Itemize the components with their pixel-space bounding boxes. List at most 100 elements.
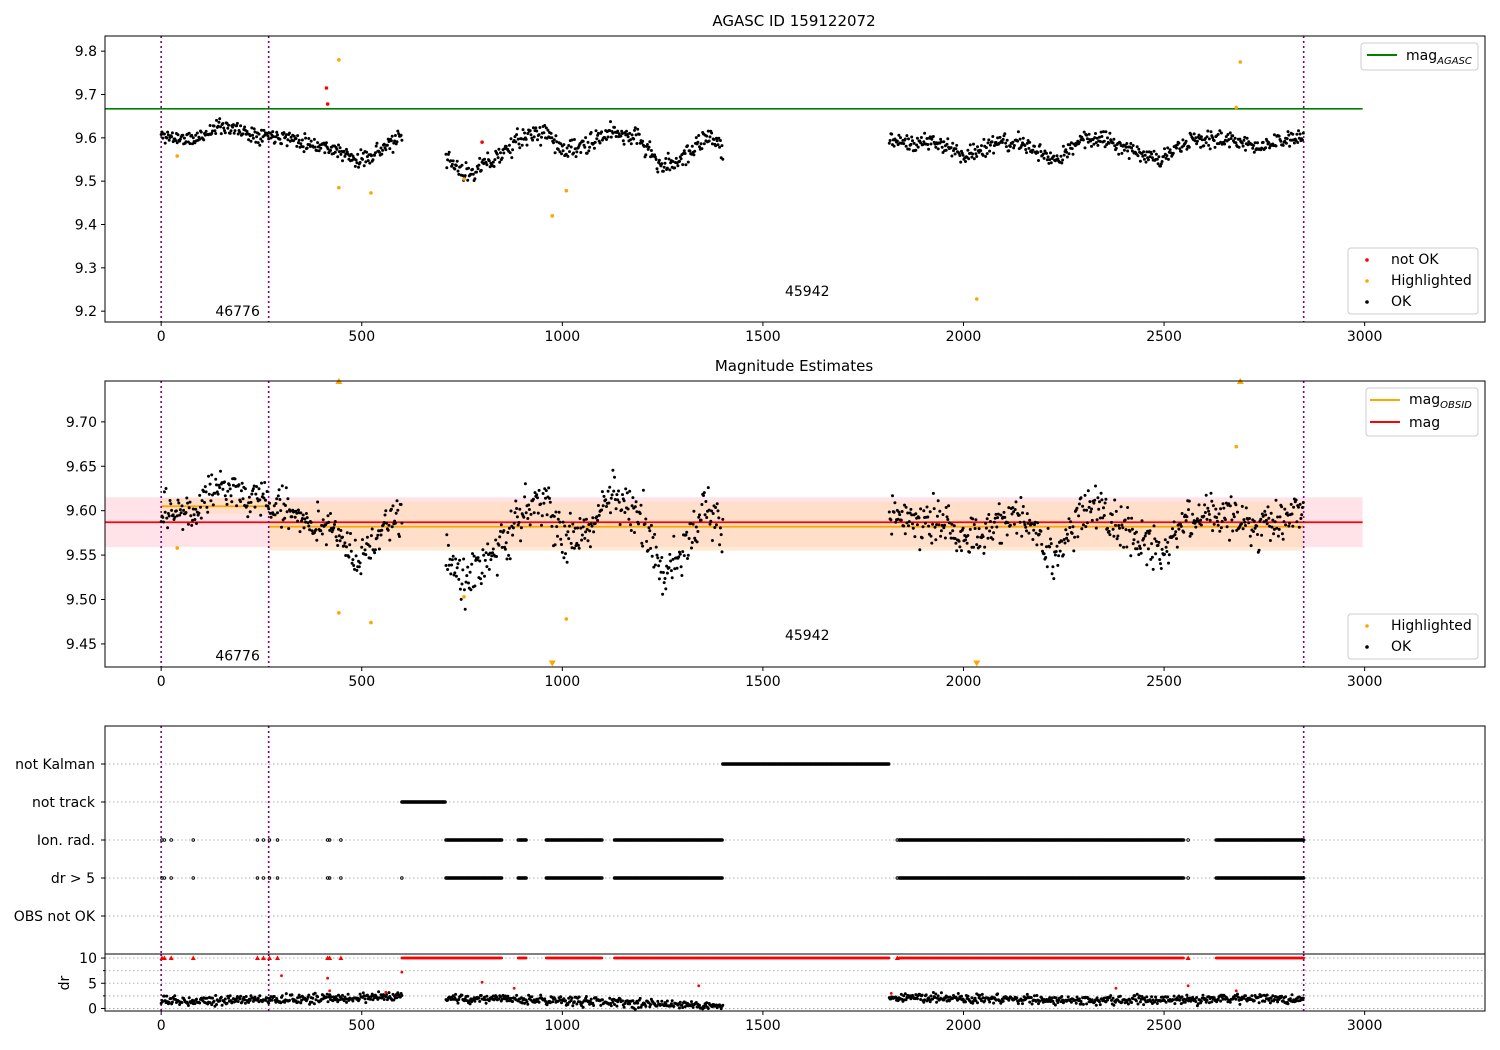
- ok-data-point: [1083, 493, 1087, 497]
- ok-data-point: [1028, 1000, 1032, 1004]
- ok-data-point: [182, 508, 186, 512]
- ok-data-point: [1223, 518, 1227, 522]
- ok-data-point: [454, 574, 458, 578]
- ok-data-point: [1004, 141, 1008, 145]
- ok-data-point: [656, 556, 660, 560]
- magnitude-estimates-title: Magnitude Estimates: [715, 357, 873, 375]
- ok-data-point: [936, 147, 940, 151]
- ok-data-point: [662, 165, 666, 169]
- ok-data-point: [385, 143, 389, 147]
- ok-data-point: [648, 140, 652, 144]
- ok-data-point: [1263, 509, 1267, 513]
- ok-data-point: [1131, 144, 1135, 147]
- ok-data-point: [1066, 539, 1070, 543]
- ok-data-point: [601, 504, 605, 508]
- ok-data-point: [240, 1000, 244, 1004]
- ok-data-point: [1164, 545, 1168, 549]
- ok-data-point: [1090, 507, 1093, 511]
- x-tick-label: 2500: [1146, 329, 1182, 345]
- ok-data-point: [255, 135, 259, 139]
- ok-data-point: [636, 1001, 640, 1005]
- highlighted-data-point: [462, 177, 466, 181]
- ok-data-point: [894, 520, 898, 524]
- ok-data-point: [1143, 153, 1147, 157]
- highlighted-data-point: [1238, 60, 1243, 64]
- ok-data-point: [368, 161, 372, 165]
- ok-data-point: [166, 130, 170, 134]
- ok-data-point: [687, 537, 691, 540]
- ok-data-point: [1103, 501, 1107, 505]
- ok-data-point: [307, 137, 311, 140]
- ok-data-point: [1046, 526, 1050, 530]
- ok-data-point: [1011, 140, 1015, 144]
- ok-data-point: [307, 993, 311, 997]
- ok-data-point: [263, 481, 267, 484]
- ok-data-point: [1117, 152, 1121, 156]
- ok-data-point: [1050, 572, 1054, 576]
- ok-data-point: [1228, 131, 1232, 135]
- ok-data-point: [650, 554, 654, 558]
- ok-data-point: [609, 511, 612, 515]
- ok-data-point: [1152, 524, 1156, 528]
- ok-data-point: [1129, 142, 1133, 145]
- ok-data-point: [1110, 513, 1114, 517]
- ok-data-point: [566, 530, 570, 534]
- ok-data-point: [626, 135, 630, 139]
- ok-data-point: [1231, 529, 1235, 533]
- ok-data-point: [684, 163, 688, 167]
- ok-data-point: [1071, 525, 1075, 529]
- ok-data-point: [950, 154, 954, 158]
- ok-data-point: [660, 999, 664, 1003]
- ok-data-point: [230, 500, 234, 504]
- ok-data-point: [345, 1000, 348, 1004]
- ok-data-point: [912, 141, 916, 145]
- ok-data-point: [665, 166, 669, 170]
- ok-data-point: [611, 468, 615, 472]
- ok-data-point: [892, 510, 896, 514]
- ok-data-point: [1187, 499, 1191, 503]
- ok-data-point: [907, 524, 910, 528]
- ok-data-point: [219, 469, 222, 473]
- ok-data-point: [1076, 535, 1080, 539]
- ok-data-point: [495, 555, 498, 558]
- ok-data-point: [913, 535, 917, 539]
- ok-data-point: [1088, 500, 1092, 504]
- ok-data-point: [369, 534, 373, 538]
- ok-data-point: [1199, 523, 1203, 527]
- ok-data-point: [597, 513, 601, 517]
- ok-data-point: [1203, 511, 1207, 514]
- ok-data-point: [1055, 544, 1059, 548]
- ok-data-point: [366, 159, 370, 163]
- ok-data-point: [197, 511, 201, 515]
- ok-data-point: [349, 549, 353, 553]
- ok-data-point: [385, 993, 389, 997]
- ok-data-point: [233, 129, 237, 133]
- ok-data-point: [261, 492, 265, 496]
- ok-data-point: [504, 541, 508, 545]
- ok-data-point: [562, 143, 566, 147]
- ok-data-point: [213, 129, 217, 133]
- ok-data-point: [223, 494, 227, 498]
- ok-data-point: [942, 526, 946, 530]
- ok-data-point: [373, 551, 377, 555]
- ok-data-point: [528, 523, 532, 527]
- ok-data-point: [923, 521, 927, 525]
- ok-data-point: [707, 139, 711, 143]
- ok-data-point: [466, 994, 470, 998]
- ok-data-point: [1291, 524, 1295, 528]
- ok-data-point: [570, 996, 574, 1000]
- ok-data-point: [347, 555, 351, 559]
- ok-data-point: [965, 541, 969, 545]
- ok-data-point: [690, 144, 694, 148]
- ok-data-point: [258, 498, 262, 502]
- ok-data-point: [540, 135, 543, 139]
- ok-data-point: [547, 486, 551, 490]
- ok-data-point: [941, 513, 945, 517]
- ok-data-point: [1121, 526, 1125, 530]
- ok-data-point: [556, 517, 560, 521]
- ok-data-point: [564, 552, 567, 556]
- ok-data-point: [1273, 520, 1277, 524]
- ok-data-point: [239, 489, 243, 493]
- ok-data-point: [223, 131, 227, 135]
- ok-data-point: [1244, 506, 1248, 510]
